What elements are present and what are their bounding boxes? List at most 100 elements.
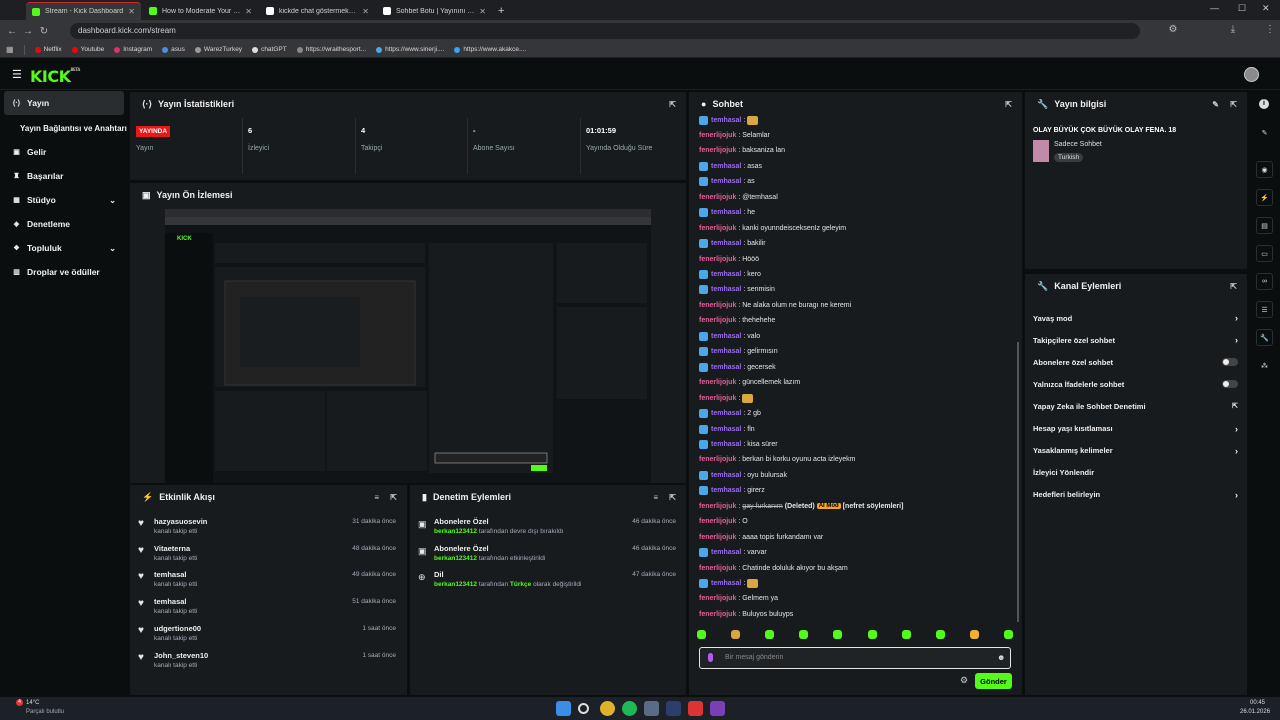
chat-username[interactable]: temhasal	[711, 163, 741, 170]
popout-icon[interactable]: ⇱	[1230, 282, 1237, 291]
chat-username[interactable]: fenerlijojuk	[699, 595, 736, 602]
list-tool-icon[interactable]: ☰	[1256, 301, 1273, 318]
edit-icon[interactable]: ✎	[1212, 100, 1219, 109]
tab-close-icon[interactable]: ✕	[128, 7, 135, 16]
emote-icon[interactable]	[901, 630, 911, 639]
bookmark-item[interactable]: https://www.akakce....	[454, 46, 526, 53]
bookmark-item[interactable]: Youtube	[71, 46, 104, 53]
sidebar-item-2[interactable]: Yayın Bağlantısı ve Anahtarı	[0, 116, 128, 140]
chat-username[interactable]: fenerlijojuk	[699, 503, 736, 510]
channel-action[interactable]: Yalnızca İfadelerle sohbet	[1033, 373, 1238, 395]
send-button[interactable]: Gönder	[975, 673, 1012, 689]
chat-username[interactable]: temhasal	[711, 410, 741, 417]
camera-tool-icon[interactable]: ◉	[1256, 161, 1273, 178]
chrome-icon[interactable]	[600, 701, 615, 716]
chat-username[interactable]: fenerlijojuk	[699, 225, 736, 232]
chat-username[interactable]: fenerlijojuk	[699, 611, 736, 618]
chat-tool-icon[interactable]: ▭	[1256, 245, 1273, 262]
search-icon[interactable]	[578, 703, 589, 714]
toggle-switch[interactable]	[1222, 380, 1238, 389]
chat-username[interactable]: temhasal	[711, 487, 741, 494]
hamburger-menu-icon[interactable]: ☰	[12, 68, 22, 81]
bolt-tool-icon[interactable]: ⚡	[1256, 189, 1273, 206]
sidebar-item-4[interactable]: ♜ Başarılar	[0, 164, 128, 188]
chat-username[interactable]: fenerlijojuk	[699, 302, 736, 309]
emote-icon[interactable]	[799, 630, 809, 639]
wrench-tool-icon[interactable]: 🔧	[1256, 329, 1273, 346]
emote-icon[interactable]	[765, 630, 775, 639]
doc-tool-icon[interactable]: ▤	[1256, 217, 1273, 234]
back-icon[interactable]: ←	[4, 26, 20, 37]
edit-tool-icon[interactable]: ✎	[1256, 124, 1273, 141]
chat-username[interactable]: temhasal	[711, 209, 741, 216]
reload-icon[interactable]: ↻	[36, 26, 52, 37]
channel-action[interactable]: Abonelere özel sohbet	[1033, 351, 1238, 373]
chat-username[interactable]: fenerlijojuk	[699, 379, 736, 386]
chat-username[interactable]: temhasal	[711, 364, 741, 371]
bookmark-item[interactable]: https://wraithesport...	[296, 46, 366, 53]
emote-icon[interactable]	[867, 630, 877, 639]
chat-username[interactable]: temhasal	[711, 441, 741, 448]
bookmark-item[interactable]: WarezTurkey	[194, 46, 242, 53]
start-button[interactable]	[556, 701, 571, 716]
browser-tab[interactable]: Sohbet Botu | Yayınını güçlendi ✕	[377, 2, 492, 20]
bookmark-item[interactable]: Netflix	[34, 46, 62, 53]
extensions-icon[interactable]: ⚙	[1165, 24, 1181, 35]
channel-action[interactable]: Yapay Zeka ile Sohbet Denetimi ⇱	[1033, 395, 1238, 417]
toggle-switch[interactable]	[1222, 358, 1238, 367]
emote-icon[interactable]	[731, 630, 741, 639]
bookmark-item[interactable]: https://www.sinerji....	[376, 46, 444, 53]
kick-logo[interactable]: KICKBETA	[30, 67, 80, 86]
browser-tab[interactable]: kickde chat göstermek - Google ✕	[260, 2, 375, 20]
tab-close-icon[interactable]: ✕	[245, 7, 252, 16]
channel-action[interactable]: İzleyici Yönlendir	[1033, 462, 1238, 484]
close-window-button[interactable]: ✕	[1262, 3, 1270, 14]
maximize-button[interactable]: ☐	[1238, 3, 1246, 14]
chat-username[interactable]: temhasal	[711, 178, 741, 185]
chat-username[interactable]: fenerlijojuk	[699, 256, 736, 263]
spotify-icon[interactable]	[622, 701, 637, 716]
apps-icon[interactable]: ▦	[6, 45, 14, 54]
browser-tab[interactable]: How to Moderate Your Kick Ch ✕	[143, 2, 258, 20]
download-icon[interactable]: ⤓	[1225, 24, 1241, 35]
sidebar-item-7[interactable]: ❖ Topluluk ⌄	[0, 236, 128, 260]
app-icon[interactable]	[644, 701, 659, 716]
chat-input[interactable]: Bir mesaj gönderin ☻	[699, 647, 1011, 669]
chat-username[interactable]: fenerlijojuk	[699, 147, 736, 154]
chat-settings-icon[interactable]: ⚙	[960, 675, 968, 686]
emote-icon[interactable]	[833, 630, 843, 639]
bookmark-item[interactable]: chatGPT	[252, 46, 287, 53]
popout-icon[interactable]: ⇱	[669, 493, 676, 502]
community-tool-icon[interactable]: ⁂	[1256, 357, 1273, 374]
browser-tab[interactable]: Stream - Kick Dashboard ✕	[26, 2, 141, 20]
app-icon[interactable]	[688, 701, 703, 716]
app-icon[interactable]	[666, 701, 681, 716]
filter-icon[interactable]: ≡	[374, 493, 379, 502]
chat-username[interactable]: temhasal	[711, 240, 741, 247]
chat-username[interactable]: temhasal	[711, 580, 741, 587]
chat-username[interactable]: temhasal	[711, 333, 741, 340]
channel-action[interactable]: Hesap yaşı kısıtlaması ›	[1033, 418, 1238, 440]
channel-action[interactable]: Yasaklanmış kelimeler ›	[1033, 440, 1238, 462]
chat-scrollbar[interactable]	[1017, 342, 1019, 622]
filter-icon[interactable]: ≡	[653, 493, 658, 502]
app-icon[interactable]	[710, 701, 725, 716]
chat-username[interactable]: fenerlijojuk	[699, 534, 736, 541]
stream-preview-video[interactable]: KICK	[165, 209, 651, 483]
url-field[interactable]: dashboard.kick.com/stream	[70, 23, 1140, 39]
chat-username[interactable]: fenerlijojuk	[699, 518, 736, 525]
minimize-button[interactable]: —	[1210, 3, 1219, 13]
sidebar-item-1[interactable]: (·) Yayın	[4, 91, 124, 115]
chat-username[interactable]: temhasal	[711, 271, 741, 278]
popout-icon[interactable]: ⇱	[390, 493, 397, 502]
channel-action[interactable]: Yavaş mod ›	[1033, 307, 1238, 329]
emoji-icon[interactable]: ☻	[997, 653, 1005, 662]
chat-username[interactable]: fenerlijojuk	[699, 395, 736, 402]
chat-username[interactable]: temhasal	[711, 117, 741, 124]
emote-icon[interactable]	[1003, 630, 1013, 639]
chat-username[interactable]: fenerlijojuk	[699, 456, 736, 463]
new-tab-button[interactable]: +	[498, 5, 504, 17]
popout-icon[interactable]: ⇱	[669, 100, 676, 109]
chat-username[interactable]: fenerlijojuk	[699, 194, 736, 201]
tab-close-icon[interactable]: ✕	[362, 7, 369, 16]
